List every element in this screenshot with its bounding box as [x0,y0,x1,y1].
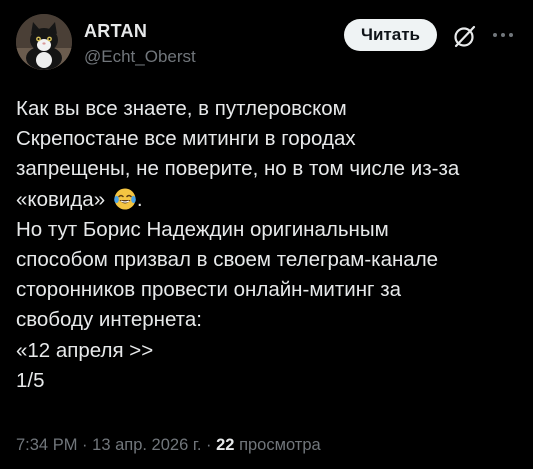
author-handle[interactable]: @Echt_Oberst [84,47,196,67]
follow-button[interactable]: Читать [344,19,437,51]
tweet-text-line: Скрепостане все митинги в городах [16,127,356,151]
tweet-date[interactable]: 13 апр. 2026 г. [92,436,201,454]
tweet-text: Как вы все знаете, в путлеровском Скрепо… [16,94,526,396]
cat-avatar-image [16,14,72,70]
author-display-name[interactable]: ARTAN [84,21,147,41]
tweet-text-line: Как вы все знаете, в путлеровском [16,97,347,120]
avatar[interactable] [16,14,72,70]
views-count[interactable]: 22 [216,436,234,454]
grok-slash-circle-icon[interactable] [452,23,478,49]
meta-separator: · [82,436,88,454]
views-label[interactable]: просмотра [239,436,321,454]
tweet-text-line: «12 апреля >> [16,338,154,362]
tweet-text-line: способом призвал в своем телеграм-канале [16,248,439,272]
face-with-tears-of-joy-icon [114,188,136,210]
tweet-text-line: запрещены, не поверите, но в том числе и… [16,157,460,181]
tweet-text-line: 1/5 [16,368,45,392]
tweet-time[interactable]: 7:34 PM [16,436,77,454]
tweet-text-line: сторонников провести онлайн-митинг за [16,278,402,302]
tweet-card: ARTAN @Echt_Oberst Читать Как вы все зна… [0,0,533,469]
more-horizontal-icon[interactable] [492,30,514,40]
tweet-text-fragment: . [136,187,143,211]
meta-separator: · [206,436,212,454]
tweet-meta: 7:34 PM · 13 апр. 2026 г. · 22 просмотра [16,435,321,455]
tweet-text-line: Но тут Борис Надеждин оригинальным [16,217,389,241]
tweet-text-line: свободу интернета: [16,308,202,332]
tweet-text-fragment: «ковида» [16,187,106,211]
tweet-text-line-with-emoji: «ковида» . [16,185,526,215]
